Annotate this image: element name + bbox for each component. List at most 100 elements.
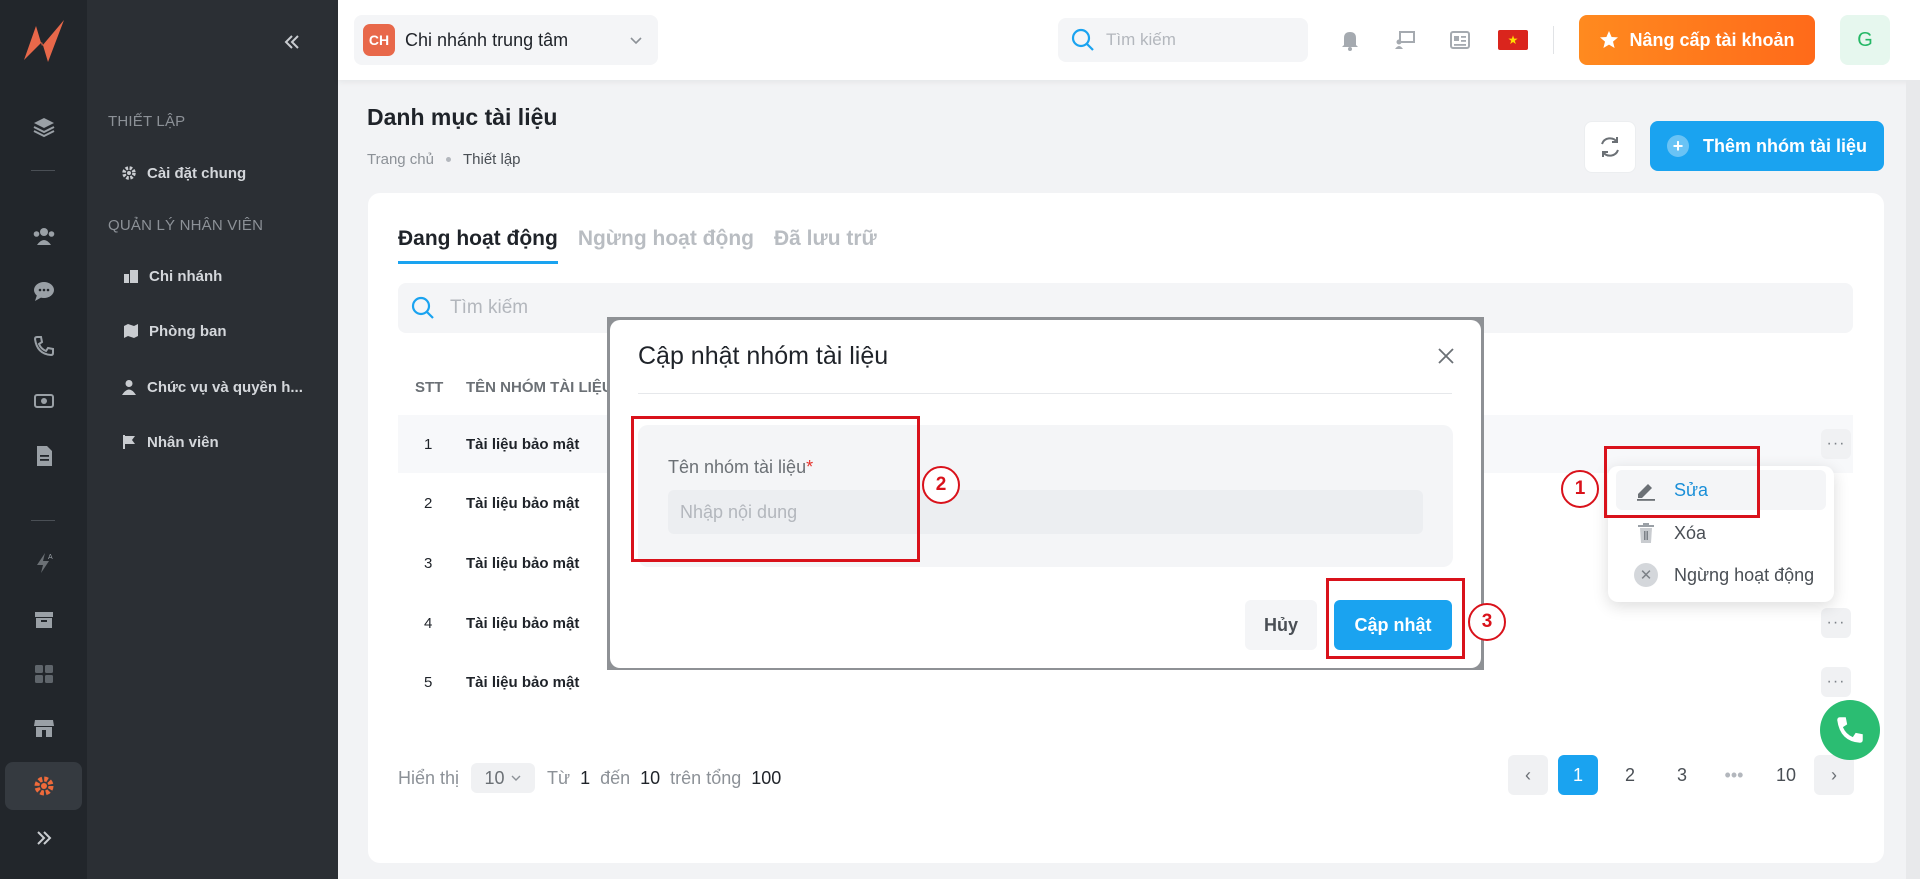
annotation-step-3: 3 — [1468, 603, 1506, 641]
call-button[interactable] — [1820, 700, 1880, 760]
chat-icon[interactable] — [22, 271, 66, 311]
logo-icon[interactable] — [20, 16, 68, 68]
rail-divider — [31, 520, 55, 521]
global-search-input[interactable]: Tìm kiếm — [1058, 18, 1308, 62]
sidebar-item-roles[interactable]: Chức vụ và quyền h... — [121, 375, 303, 399]
automation-icon[interactable]: A — [22, 543, 66, 583]
phone-icon — [1837, 717, 1863, 743]
flag-star: ★ — [1507, 33, 1519, 47]
page-button[interactable]: 1 — [1558, 755, 1598, 795]
row-menu-button[interactable]: ··· — [1821, 429, 1851, 459]
phone-icon[interactable] — [22, 326, 66, 366]
chevron-down-icon — [630, 37, 642, 45]
building-icon — [124, 270, 138, 283]
archive-icon[interactable] — [22, 600, 66, 640]
top-bar: CH Chi nhánh trung tâm Tìm kiếm ★ Nâng c… — [338, 0, 1920, 80]
cancel-button[interactable]: Hủy — [1245, 600, 1317, 650]
presentation-icon[interactable] — [1393, 28, 1417, 52]
tab-inactive[interactable]: Ngừng hoạt động — [578, 227, 754, 264]
add-document-group-button[interactable]: + Thêm nhóm tài liệu — [1650, 121, 1884, 171]
store-icon[interactable] — [22, 708, 66, 748]
sidebar: THIẾT LẬP Cài đặt chung QUẢN LÝ NHÂN VIÊ… — [87, 0, 338, 879]
menu-item-deactivate[interactable]: ✕ Ngừng hoạt động — [1616, 555, 1826, 595]
upgrade-label: Nâng cấp tài khoản — [1629, 29, 1795, 50]
upgrade-account-button[interactable]: Nâng cấp tài khoản — [1579, 15, 1815, 65]
to-label: đến — [600, 767, 631, 788]
breadcrumb-home[interactable]: Trang chủ — [367, 151, 434, 168]
app-rail: A — [0, 0, 87, 879]
tab-archived[interactable]: Đã lưu trữ — [774, 227, 877, 264]
page-button[interactable]: 3 — [1662, 755, 1702, 795]
settings-icon[interactable] — [5, 762, 82, 810]
expand-icon[interactable] — [22, 818, 66, 858]
document-icon[interactable] — [22, 436, 66, 476]
branch-selector[interactable]: CH Chi nhánh trung tâm — [354, 15, 658, 65]
menu-item-delete[interactable]: Xóa — [1616, 513, 1826, 553]
column-header-stt: STT — [415, 379, 444, 396]
language-flag-icon[interactable]: ★ — [1498, 30, 1528, 50]
row-name: Tài liệu bảo mật — [466, 435, 580, 453]
section-staff: QUẢN LÝ NHÂN VIÊN — [108, 217, 264, 234]
row-menu-button[interactable]: ··· — [1821, 608, 1851, 638]
page-button[interactable]: 2 — [1610, 755, 1650, 795]
menu-item-label: Xóa — [1674, 522, 1707, 543]
row-stt: 3 — [424, 554, 433, 572]
star-icon — [1600, 31, 1619, 48]
row-name: Tài liệu bảo mật — [466, 554, 580, 572]
collapse-sidebar-icon[interactable] — [280, 30, 304, 54]
sidebar-item-label: Chi nhánh — [149, 267, 223, 285]
gear-icon — [122, 166, 136, 180]
prev-page-button[interactable]: ‹ — [1508, 755, 1548, 795]
sidebar-item-label: Phòng ban — [149, 322, 227, 340]
layers-icon[interactable] — [22, 107, 66, 147]
money-icon[interactable] — [22, 381, 66, 421]
user-icon — [122, 380, 136, 395]
close-icon[interactable] — [1434, 344, 1458, 368]
flag-icon — [123, 435, 135, 449]
row-name: Tài liệu bảo mật — [466, 614, 580, 632]
sidebar-item-label: Cài đặt chung — [147, 164, 247, 182]
page-ellipsis[interactable]: ••• — [1714, 755, 1754, 795]
sidebar-item-label: Nhân viên — [147, 433, 219, 451]
map-icon — [124, 324, 138, 338]
page-scrollbar[interactable] — [1906, 80, 1920, 879]
page-size-value: 10 — [484, 767, 505, 788]
sidebar-item-general-settings[interactable]: Cài đặt chung — [121, 161, 246, 185]
total-value: 100 — [751, 767, 782, 788]
users-icon[interactable] — [22, 216, 66, 256]
row-stt: 5 — [424, 673, 433, 691]
modal-title: Cập nhật nhóm tài liệu — [638, 342, 889, 370]
apps-icon[interactable] — [22, 654, 66, 694]
row-stt: 2 — [424, 494, 433, 512]
news-icon[interactable] — [1448, 28, 1472, 52]
sidebar-item-branches[interactable]: Chi nhánh — [123, 264, 222, 288]
annotation-step-1: 1 — [1561, 470, 1599, 508]
sidebar-item-employees[interactable]: Nhân viên — [121, 430, 219, 454]
page-size-select[interactable]: 10 — [471, 763, 536, 793]
to-value: 10 — [640, 767, 661, 788]
row-name: Tài liệu bảo mật — [466, 673, 580, 691]
refresh-button[interactable] — [1584, 121, 1636, 173]
row-stt: 4 — [424, 614, 433, 632]
row-menu-button[interactable]: ··· — [1821, 667, 1851, 697]
annotation-step-2: 2 — [922, 466, 960, 504]
modal-divider — [638, 393, 1452, 394]
avatar[interactable]: G — [1840, 15, 1890, 65]
section-setup: THIẾT LẬP — [108, 113, 186, 130]
svg-text:A: A — [48, 554, 53, 561]
show-label: Hiển thị — [398, 767, 460, 788]
from-label: Từ — [547, 767, 571, 788]
tab-active[interactable]: Đang hoạt động — [398, 227, 558, 264]
search-placeholder: Tìm kiếm — [1106, 30, 1176, 49]
bell-icon[interactable] — [1338, 28, 1362, 52]
sidebar-item-label: Chức vụ và quyền h... — [147, 378, 303, 396]
page-button[interactable]: 10 — [1766, 755, 1806, 795]
menu-item-label: Ngừng hoạt động — [1674, 564, 1815, 585]
next-page-button[interactable]: › — [1814, 755, 1854, 795]
row-name: Tài liệu bảo mật — [466, 494, 580, 512]
search-icon — [411, 296, 434, 319]
sidebar-item-departments[interactable]: Phòng ban — [123, 319, 227, 343]
rail-divider — [31, 170, 55, 171]
chevron-down-icon — [511, 775, 521, 781]
total-label: trên tổng — [670, 767, 742, 788]
